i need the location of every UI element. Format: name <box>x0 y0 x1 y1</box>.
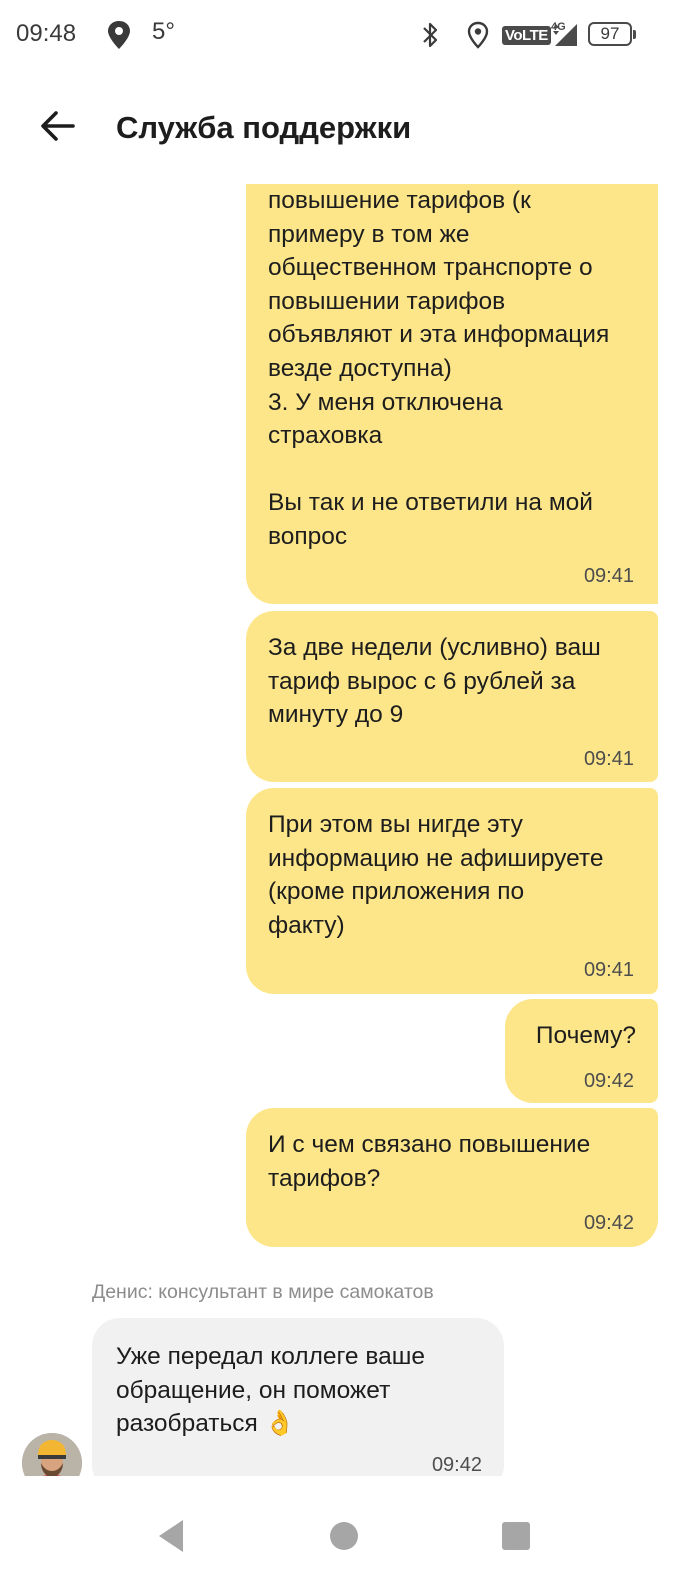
status-bar: 09:48 5° VoLTE 4G 97 <box>0 0 700 72</box>
page-title: Служба поддержки <box>116 110 412 145</box>
incoming-message[interactable]: Уже передал коллеге ваше обращение, он п… <box>92 1318 504 1476</box>
arrow-left-icon <box>40 110 76 147</box>
agent-avatar[interactable] <box>22 1433 82 1476</box>
location-icon <box>106 20 132 50</box>
battery-icon: 97 <box>588 22 636 46</box>
system-nav-bar <box>0 1476 700 1594</box>
chat-thread[interactable]: повышение тарифов (к примеру в том же об… <box>0 184 700 1476</box>
network-generation: 4G <box>551 21 566 33</box>
message-time: 09:41 <box>583 959 634 981</box>
outgoing-message[interactable]: За две недели (усливно) ваш тариф вырос … <box>246 611 658 782</box>
message-text: повышение тарифов (к примеру в том же об… <box>268 187 610 550</box>
message-time: 09:41 <box>583 565 634 587</box>
message-text: За две недели (усливно) ваш тариф вырос … <box>268 634 601 729</box>
outgoing-message[interactable]: повышение тарифов (к примеру в том же об… <box>246 184 658 604</box>
nav-recent-icon[interactable] <box>486 1506 546 1566</box>
status-time: 09:48 <box>16 20 77 47</box>
gps-icon <box>466 20 490 50</box>
message-text: При этом вы нигде эту информацию не афиш… <box>268 811 604 939</box>
status-temperature: 5° <box>152 18 175 45</box>
outgoing-message[interactable]: И с чем связано повышение тарифов? 09:42 <box>246 1108 658 1247</box>
nav-home-icon[interactable] <box>314 1506 374 1566</box>
message-text: И с чем связано повышение тарифов? <box>268 1131 591 1192</box>
message-time: 09:42 <box>583 1212 634 1234</box>
message-time: 09:42 <box>583 1070 634 1092</box>
outgoing-message[interactable]: При этом вы нигде эту информацию не афиш… <box>246 788 658 994</box>
outgoing-message[interactable]: Почему? 09:42 <box>505 999 658 1103</box>
message-time: 09:41 <box>583 748 634 770</box>
back-button[interactable] <box>30 104 86 152</box>
volte-indicator: VoLTE <box>502 26 551 45</box>
bluetooth-icon <box>418 20 442 50</box>
message-time: 09:42 <box>431 1454 482 1476</box>
sender-name: Денис: консультант в мире самокатов <box>92 1281 434 1303</box>
message-text: Уже передал коллеге ваше обращение, он п… <box>116 1343 425 1438</box>
message-text: Почему? <box>535 1022 636 1049</box>
nav-back-icon[interactable] <box>141 1506 201 1566</box>
app-header: Служба поддержки <box>0 90 700 170</box>
